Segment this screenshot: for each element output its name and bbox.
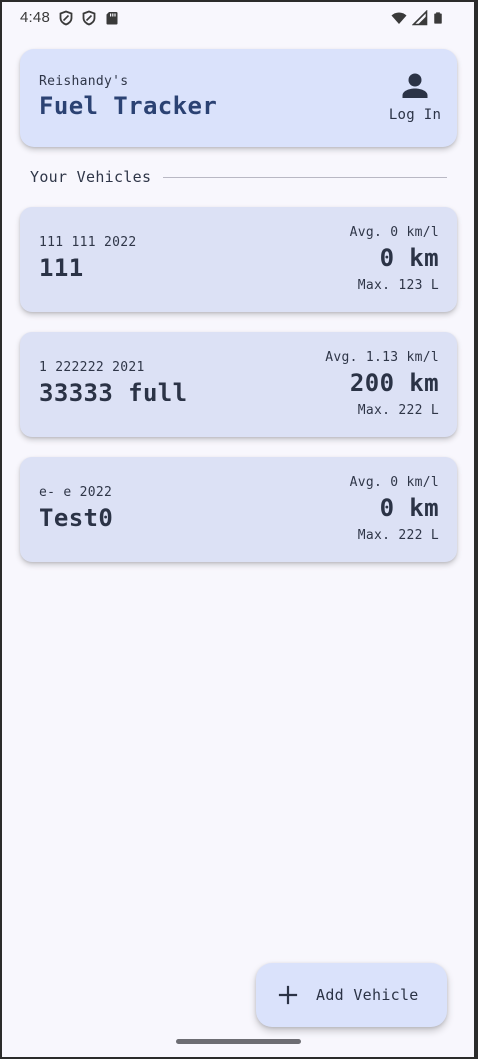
shield-icon <box>59 10 73 26</box>
app-title: Fuel Tracker <box>39 92 218 120</box>
app-header-card: Reishandy's Fuel Tracker Log In <box>20 49 457 147</box>
vehicle-name: 33333 full <box>39 379 188 407</box>
vehicle-name: Test0 <box>39 504 114 532</box>
vehicle-distance: 200 km <box>349 369 439 397</box>
vehicle-subtitle: 111 111 2022 <box>39 235 137 250</box>
status-system-icons <box>390 10 444 26</box>
vehicle-card[interactable]: e- e 2022 Test0 Avg. 0 km/l 0 km Max. 22… <box>20 457 457 562</box>
section-title: Your Vehicles <box>30 168 152 186</box>
gesture-home-bar[interactable] <box>176 1039 301 1044</box>
vehicle-average: Avg. 0 km/l <box>349 475 439 490</box>
header-owner-name: Reishandy's <box>39 74 129 89</box>
sd-card-icon <box>106 12 118 25</box>
vehicle-name: 111 <box>39 254 84 282</box>
vehicle-card[interactable]: 1 222222 2021 33333 full Avg. 1.13 km/l … <box>20 332 457 437</box>
plus-icon <box>278 985 298 1005</box>
login-button[interactable]: Log In <box>383 71 447 131</box>
vehicle-subtitle: 1 222222 2021 <box>39 360 145 375</box>
app-screen: 4:48 Reishandy's Fuel Tracker Log In You… <box>2 2 474 1057</box>
vehicle-card[interactable]: 111 111 2022 111 Avg. 0 km/l 0 km Max. 1… <box>20 207 457 312</box>
login-label: Log In <box>388 107 442 123</box>
status-notification-icons <box>58 10 120 26</box>
vehicle-max-capacity: Max. 222 L <box>357 528 439 543</box>
battery-icon <box>434 12 442 24</box>
vehicle-average: Avg. 1.13 km/l <box>325 350 439 365</box>
shield-icon <box>82 10 96 26</box>
vehicle-max-capacity: Max. 222 L <box>357 403 439 418</box>
status-time: 4:48 <box>20 9 50 26</box>
status-bar: 4:48 <box>2 2 474 32</box>
vehicle-average: Avg. 0 km/l <box>349 225 439 240</box>
section-divider <box>163 176 447 178</box>
signal-icon <box>412 10 428 26</box>
wifi-icon <box>391 12 407 24</box>
vehicle-distance: 0 km <box>379 244 439 272</box>
vehicle-subtitle: e- e 2022 <box>39 485 113 500</box>
vehicles-section-header: Your Vehicles <box>30 167 447 187</box>
vehicle-max-capacity: Max. 123 L <box>357 278 439 293</box>
add-vehicle-label: Add Vehicle <box>316 986 419 1004</box>
person-icon <box>402 73 428 98</box>
add-vehicle-button[interactable]: Add Vehicle <box>256 963 447 1027</box>
vehicle-distance: 0 km <box>379 494 439 522</box>
